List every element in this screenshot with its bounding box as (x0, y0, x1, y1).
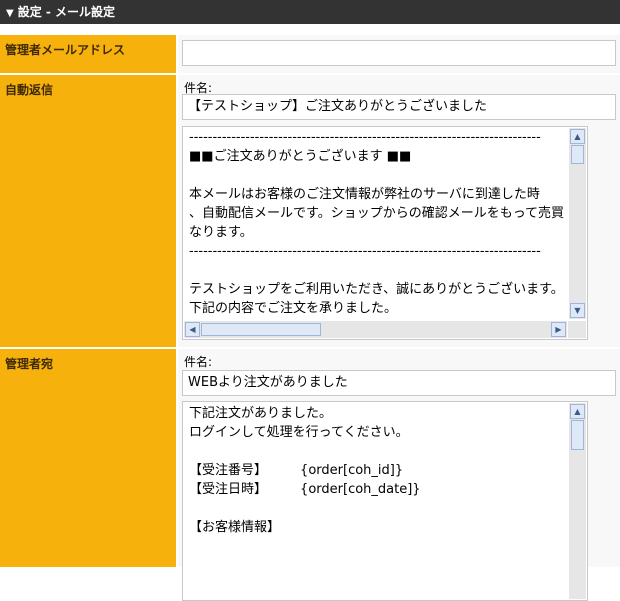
admin-notify-body-text: 下記注文がありました。ログインして処理を行ってください。 【受注番号】 {ord… (189, 404, 567, 600)
body-line: なります。 (189, 225, 253, 240)
auto-reply-horizontal-scrollbar[interactable]: ◀ ▶ (184, 321, 567, 338)
horizontal-scroll-thumb[interactable] (201, 323, 321, 336)
admin-notify-row: 管理者宛 件名: WEBより注文がありました 下記注文がありました。ログインして… (0, 349, 620, 601)
admin-notify-body-textarea[interactable]: 下記注文がありました。ログインして処理を行ってください。 【受注番号】 {ord… (182, 401, 588, 601)
admin-email-cell (178, 35, 620, 73)
body-line: 【お客様情報】 (189, 520, 281, 535)
body-line: 、自動配信メールです。ショップからの確認メールをもって売買 (189, 206, 565, 221)
body-line: 【受注日時】 {order[coh_date]} (189, 482, 421, 497)
admin-email-label-cell: 管理者メールアドレス (0, 35, 176, 73)
body-line: ■■ご注文ありがとうございます ■■ (189, 149, 412, 164)
resize-grip-icon[interactable] (568, 321, 586, 338)
body-line: ----------------------------------------… (189, 244, 541, 259)
body-line: 下記の内容でご注文を承りました。 (189, 301, 398, 316)
admin-notify-vertical-scrollbar[interactable]: ▲ (569, 403, 586, 599)
auto-reply-label-cell: 自動返信 (0, 75, 176, 347)
body-line: テストショップをご利用いただき、誠にありがとうございます。 (189, 282, 564, 297)
admin-email-input[interactable] (182, 40, 616, 66)
auto-reply-subject-input[interactable]: 【テストショップ】ご注文ありがとうございました (182, 94, 616, 120)
body-line (189, 166, 567, 185)
body-line: 【受注番号】 {order[coh_id]} (189, 463, 404, 478)
admin-email-label: 管理者メールアドレス (5, 43, 126, 57)
body-line (189, 499, 567, 518)
section-header: ▼ 設定 - メール設定 (0, 0, 620, 24)
auto-reply-body-textarea[interactable]: ----------------------------------------… (182, 126, 588, 340)
auto-reply-vertical-scrollbar[interactable]: ▲ ▼ (569, 128, 586, 319)
admin-notify-subject-label: 件名: (184, 355, 213, 369)
auto-reply-label: 自動返信 (5, 83, 54, 97)
admin-email-row: 管理者メールアドレス (0, 35, 620, 73)
admin-notify-label-cell: 管理者宛 (0, 349, 176, 567)
scroll-up-icon[interactable]: ▲ (570, 129, 585, 144)
scroll-right-icon[interactable]: ▶ (551, 322, 566, 337)
scroll-thumb[interactable] (571, 420, 584, 450)
body-line: 下記注文がありました。 (189, 406, 333, 421)
scroll-left-icon[interactable]: ◀ (185, 322, 200, 337)
body-line (189, 442, 567, 461)
admin-notify-subject-input[interactable]: WEBより注文がありました (182, 370, 616, 396)
auto-reply-cell: 件名: 【テストショップ】ご注文ありがとうございました ------------… (178, 75, 620, 347)
down-triangle-icon[interactable]: ▼ (6, 8, 14, 19)
body-line: 本メールはお客様のご注文情報が弊社のサーバに到達した時 (189, 187, 540, 202)
auto-reply-body-text: ----------------------------------------… (189, 128, 567, 319)
body-line (189, 261, 567, 280)
auto-reply-row: 自動返信 件名: 【テストショップ】ご注文ありがとうございました -------… (0, 75, 620, 347)
section-title: 設定 - メール設定 (17, 5, 116, 19)
body-line: ログインして処理を行ってください。 (189, 425, 409, 440)
admin-notify-label: 管理者宛 (5, 357, 54, 371)
scroll-up-icon[interactable]: ▲ (570, 404, 585, 419)
scroll-thumb[interactable] (571, 145, 584, 164)
body-line: ----------------------------------------… (189, 130, 541, 145)
admin-notify-cell: 件名: WEBより注文がありました 下記注文がありました。ログインして処理を行っ… (178, 349, 620, 601)
scroll-down-icon[interactable]: ▼ (570, 303, 585, 318)
